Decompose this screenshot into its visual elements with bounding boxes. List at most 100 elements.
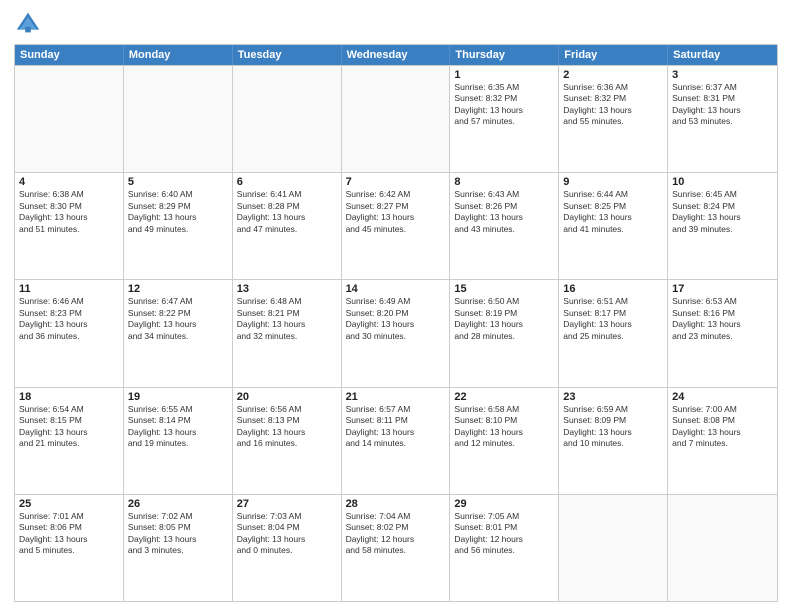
calendar-cell: 25Sunrise: 7:01 AMSunset: 8:06 PMDayligh… bbox=[15, 495, 124, 601]
calendar-cell: 17Sunrise: 6:53 AMSunset: 8:16 PMDayligh… bbox=[668, 280, 777, 386]
day-info: Sunrise: 6:43 AMSunset: 8:26 PMDaylight:… bbox=[454, 189, 554, 235]
calendar-cell: 28Sunrise: 7:04 AMSunset: 8:02 PMDayligh… bbox=[342, 495, 451, 601]
calendar-cell: 6Sunrise: 6:41 AMSunset: 8:28 PMDaylight… bbox=[233, 173, 342, 279]
day-info: Sunrise: 6:47 AMSunset: 8:22 PMDaylight:… bbox=[128, 296, 228, 342]
day-number: 22 bbox=[454, 391, 554, 403]
day-info: Sunrise: 6:53 AMSunset: 8:16 PMDaylight:… bbox=[672, 296, 773, 342]
day-number: 21 bbox=[346, 391, 446, 403]
calendar-cell bbox=[233, 66, 342, 172]
calendar-cell: 24Sunrise: 7:00 AMSunset: 8:08 PMDayligh… bbox=[668, 388, 777, 494]
calendar-row-0: 1Sunrise: 6:35 AMSunset: 8:32 PMDaylight… bbox=[15, 65, 777, 172]
day-number: 10 bbox=[672, 176, 773, 188]
calendar-cell: 7Sunrise: 6:42 AMSunset: 8:27 PMDaylight… bbox=[342, 173, 451, 279]
day-number: 29 bbox=[454, 498, 554, 510]
calendar-cell: 15Sunrise: 6:50 AMSunset: 8:19 PMDayligh… bbox=[450, 280, 559, 386]
day-info: Sunrise: 6:37 AMSunset: 8:31 PMDaylight:… bbox=[672, 82, 773, 128]
day-number: 26 bbox=[128, 498, 228, 510]
day-info: Sunrise: 6:40 AMSunset: 8:29 PMDaylight:… bbox=[128, 189, 228, 235]
calendar-cell: 9Sunrise: 6:44 AMSunset: 8:25 PMDaylight… bbox=[559, 173, 668, 279]
calendar-cell: 20Sunrise: 6:56 AMSunset: 8:13 PMDayligh… bbox=[233, 388, 342, 494]
day-number: 2 bbox=[563, 69, 663, 81]
day-number: 28 bbox=[346, 498, 446, 510]
calendar: SundayMondayTuesdayWednesdayThursdayFrid… bbox=[14, 44, 778, 602]
day-number: 23 bbox=[563, 391, 663, 403]
day-info: Sunrise: 6:58 AMSunset: 8:10 PMDaylight:… bbox=[454, 404, 554, 450]
calendar-row-4: 25Sunrise: 7:01 AMSunset: 8:06 PMDayligh… bbox=[15, 494, 777, 601]
calendar-cell: 10Sunrise: 6:45 AMSunset: 8:24 PMDayligh… bbox=[668, 173, 777, 279]
calendar-cell: 11Sunrise: 6:46 AMSunset: 8:23 PMDayligh… bbox=[15, 280, 124, 386]
header bbox=[14, 10, 778, 38]
day-info: Sunrise: 6:41 AMSunset: 8:28 PMDaylight:… bbox=[237, 189, 337, 235]
calendar-row-1: 4Sunrise: 6:38 AMSunset: 8:30 PMDaylight… bbox=[15, 172, 777, 279]
day-number: 1 bbox=[454, 69, 554, 81]
day-number: 24 bbox=[672, 391, 773, 403]
day-info: Sunrise: 7:05 AMSunset: 8:01 PMDaylight:… bbox=[454, 511, 554, 557]
page: SundayMondayTuesdayWednesdayThursdayFrid… bbox=[0, 0, 792, 612]
calendar-cell: 21Sunrise: 6:57 AMSunset: 8:11 PMDayligh… bbox=[342, 388, 451, 494]
calendar-cell: 8Sunrise: 6:43 AMSunset: 8:26 PMDaylight… bbox=[450, 173, 559, 279]
calendar-cell: 4Sunrise: 6:38 AMSunset: 8:30 PMDaylight… bbox=[15, 173, 124, 279]
header-cell-thursday: Thursday bbox=[450, 45, 559, 65]
day-number: 14 bbox=[346, 283, 446, 295]
calendar-cell: 12Sunrise: 6:47 AMSunset: 8:22 PMDayligh… bbox=[124, 280, 233, 386]
day-info: Sunrise: 6:49 AMSunset: 8:20 PMDaylight:… bbox=[346, 296, 446, 342]
day-number: 7 bbox=[346, 176, 446, 188]
day-info: Sunrise: 6:42 AMSunset: 8:27 PMDaylight:… bbox=[346, 189, 446, 235]
day-number: 11 bbox=[19, 283, 119, 295]
day-number: 13 bbox=[237, 283, 337, 295]
calendar-cell: 19Sunrise: 6:55 AMSunset: 8:14 PMDayligh… bbox=[124, 388, 233, 494]
day-number: 6 bbox=[237, 176, 337, 188]
logo bbox=[14, 10, 46, 38]
calendar-cell bbox=[15, 66, 124, 172]
day-info: Sunrise: 6:36 AMSunset: 8:32 PMDaylight:… bbox=[563, 82, 663, 128]
calendar-cell: 26Sunrise: 7:02 AMSunset: 8:05 PMDayligh… bbox=[124, 495, 233, 601]
day-info: Sunrise: 6:55 AMSunset: 8:14 PMDaylight:… bbox=[128, 404, 228, 450]
header-cell-tuesday: Tuesday bbox=[233, 45, 342, 65]
calendar-cell bbox=[668, 495, 777, 601]
day-number: 15 bbox=[454, 283, 554, 295]
day-number: 9 bbox=[563, 176, 663, 188]
day-number: 4 bbox=[19, 176, 119, 188]
day-info: Sunrise: 6:46 AMSunset: 8:23 PMDaylight:… bbox=[19, 296, 119, 342]
day-info: Sunrise: 6:44 AMSunset: 8:25 PMDaylight:… bbox=[563, 189, 663, 235]
day-info: Sunrise: 7:02 AMSunset: 8:05 PMDaylight:… bbox=[128, 511, 228, 557]
day-info: Sunrise: 7:03 AMSunset: 8:04 PMDaylight:… bbox=[237, 511, 337, 557]
calendar-cell bbox=[124, 66, 233, 172]
day-number: 5 bbox=[128, 176, 228, 188]
calendar-cell bbox=[559, 495, 668, 601]
calendar-cell: 3Sunrise: 6:37 AMSunset: 8:31 PMDaylight… bbox=[668, 66, 777, 172]
calendar-cell: 18Sunrise: 6:54 AMSunset: 8:15 PMDayligh… bbox=[15, 388, 124, 494]
header-cell-monday: Monday bbox=[124, 45, 233, 65]
day-number: 16 bbox=[563, 283, 663, 295]
day-number: 17 bbox=[672, 283, 773, 295]
day-number: 12 bbox=[128, 283, 228, 295]
day-info: Sunrise: 6:57 AMSunset: 8:11 PMDaylight:… bbox=[346, 404, 446, 450]
calendar-cell: 16Sunrise: 6:51 AMSunset: 8:17 PMDayligh… bbox=[559, 280, 668, 386]
logo-icon bbox=[14, 10, 42, 38]
day-info: Sunrise: 7:01 AMSunset: 8:06 PMDaylight:… bbox=[19, 511, 119, 557]
day-number: 3 bbox=[672, 69, 773, 81]
calendar-cell bbox=[342, 66, 451, 172]
calendar-cell: 22Sunrise: 6:58 AMSunset: 8:10 PMDayligh… bbox=[450, 388, 559, 494]
calendar-row-3: 18Sunrise: 6:54 AMSunset: 8:15 PMDayligh… bbox=[15, 387, 777, 494]
day-info: Sunrise: 7:04 AMSunset: 8:02 PMDaylight:… bbox=[346, 511, 446, 557]
day-info: Sunrise: 6:48 AMSunset: 8:21 PMDaylight:… bbox=[237, 296, 337, 342]
calendar-cell: 27Sunrise: 7:03 AMSunset: 8:04 PMDayligh… bbox=[233, 495, 342, 601]
day-number: 19 bbox=[128, 391, 228, 403]
day-info: Sunrise: 6:50 AMSunset: 8:19 PMDaylight:… bbox=[454, 296, 554, 342]
header-cell-wednesday: Wednesday bbox=[342, 45, 451, 65]
day-number: 25 bbox=[19, 498, 119, 510]
calendar-cell: 13Sunrise: 6:48 AMSunset: 8:21 PMDayligh… bbox=[233, 280, 342, 386]
calendar-cell: 23Sunrise: 6:59 AMSunset: 8:09 PMDayligh… bbox=[559, 388, 668, 494]
calendar-cell: 5Sunrise: 6:40 AMSunset: 8:29 PMDaylight… bbox=[124, 173, 233, 279]
day-number: 18 bbox=[19, 391, 119, 403]
day-info: Sunrise: 6:56 AMSunset: 8:13 PMDaylight:… bbox=[237, 404, 337, 450]
day-info: Sunrise: 6:45 AMSunset: 8:24 PMDaylight:… bbox=[672, 189, 773, 235]
calendar-header-row: SundayMondayTuesdayWednesdayThursdayFrid… bbox=[15, 45, 777, 65]
calendar-cell: 1Sunrise: 6:35 AMSunset: 8:32 PMDaylight… bbox=[450, 66, 559, 172]
day-info: Sunrise: 6:38 AMSunset: 8:30 PMDaylight:… bbox=[19, 189, 119, 235]
day-number: 20 bbox=[237, 391, 337, 403]
header-cell-saturday: Saturday bbox=[668, 45, 777, 65]
day-info: Sunrise: 6:35 AMSunset: 8:32 PMDaylight:… bbox=[454, 82, 554, 128]
day-number: 8 bbox=[454, 176, 554, 188]
